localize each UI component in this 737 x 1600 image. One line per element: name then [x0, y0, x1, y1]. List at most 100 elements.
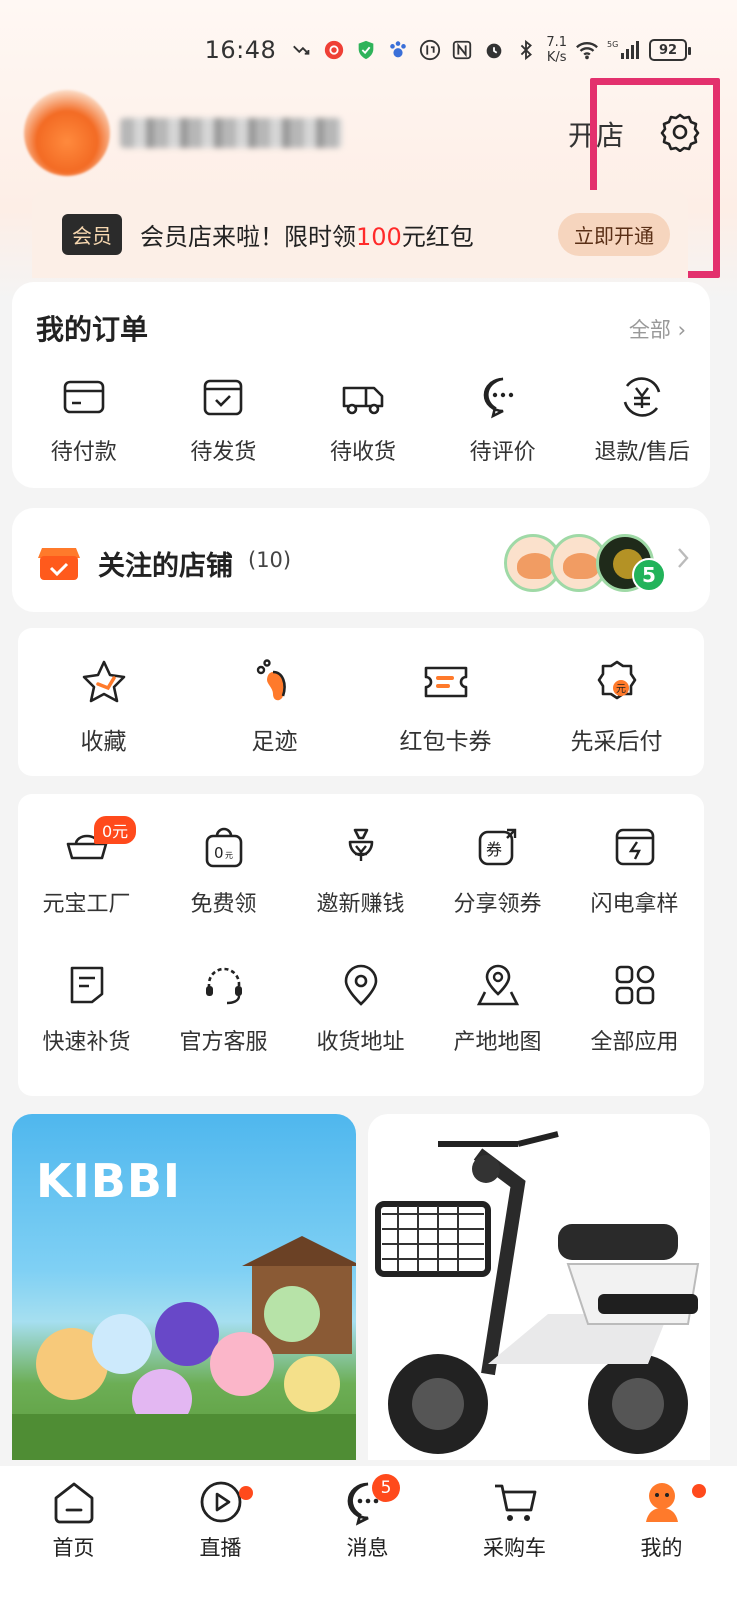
order-pending-payment[interactable]: 待付款: [16, 374, 152, 466]
chevron-right-icon: [678, 548, 689, 568]
app-customer-service[interactable]: 官方客服: [155, 962, 292, 1056]
lightning-icon: [615, 828, 654, 866]
refund-icon: [623, 377, 661, 417]
tab-cart[interactable]: 采购车: [441, 1466, 588, 1600]
live-icon: [200, 1481, 241, 1523]
member-text-after: 元红包: [401, 222, 474, 251]
home-icon: [54, 1482, 93, 1524]
net-speed: 7.1 K/s: [546, 35, 567, 65]
tab-live[interactable]: 直播: [147, 1466, 294, 1600]
username-blurred[interactable]: [120, 118, 342, 148]
store-avatars: [504, 532, 654, 592]
app-label: 闪电拿样: [590, 892, 679, 917]
tab-profile[interactable]: 我的: [588, 1466, 735, 1600]
app-free-claim[interactable]: 0元 免费领: [155, 824, 292, 918]
status-time: 16:48: [204, 36, 277, 64]
order-pending-shipment[interactable]: 待发货: [156, 374, 292, 466]
app-label: 全部应用: [590, 1030, 679, 1055]
paw-icon: [386, 38, 410, 62]
followed-stores-count: (10): [248, 548, 292, 572]
app-ingot-factory[interactable]: 0元 元宝工厂: [18, 816, 155, 918]
product-card-kibbi[interactable]: KIBBI: [12, 1114, 356, 1460]
svg-text:元: 元: [225, 851, 233, 860]
order-refund-aftersale[interactable]: 退款/售后: [574, 374, 710, 466]
coupon-icon: [424, 666, 467, 698]
sim-icon: [418, 38, 442, 62]
user-avatar[interactable]: [24, 90, 110, 176]
app-label: 快速补货: [42, 1030, 131, 1055]
new-stores-badge: 5: [632, 558, 666, 592]
order-item-label: 退款/售后: [594, 440, 690, 465]
app-origin-map[interactable]: 产地地图: [429, 962, 566, 1056]
pay-later-icon: 元: [597, 660, 636, 700]
chat-icon: [483, 377, 513, 419]
signal-icon: 5G: [607, 38, 641, 62]
net-speed-value: 7.1: [546, 35, 567, 50]
app-label: 收货地址: [316, 1030, 405, 1055]
kibbi-figures-image: [12, 1236, 356, 1460]
tab-messages[interactable]: 5 消息: [294, 1466, 441, 1600]
app-invite-earn[interactable]: 邀新赚钱: [292, 824, 429, 918]
alarm-icon: [482, 38, 506, 62]
footprint-icon: [256, 659, 286, 701]
restock-icon: [70, 966, 103, 1004]
order-item-label: 待发货: [190, 440, 257, 465]
tab-home[interactable]: 首页: [0, 1466, 147, 1600]
chevron-right-icon: ›: [677, 318, 686, 342]
app-label: 产地地图: [453, 1030, 542, 1055]
svg-text:券: 券: [486, 840, 502, 859]
shortcut-label: 足迹: [251, 729, 298, 755]
app-label: 元宝工厂: [42, 892, 131, 917]
nfc-icon: [450, 38, 474, 62]
member-activate-button[interactable]: 立即开通: [558, 212, 670, 256]
apps-grid-icon: [615, 965, 654, 1005]
app-label: 邀新赚钱: [316, 892, 405, 917]
cart-icon: [494, 1484, 536, 1521]
member-text-before: 会员店来啦！限时领: [140, 222, 356, 251]
footprint-shortcut[interactable]: 足迹: [189, 658, 360, 756]
product-card-ebike[interactable]: [368, 1114, 710, 1460]
network-type: 5G: [607, 40, 618, 49]
app-all-apps[interactable]: 全部应用: [566, 962, 703, 1056]
order-item-label: 待付款: [50, 440, 117, 465]
bluetooth-icon: [514, 38, 538, 62]
card-icon: [63, 380, 105, 414]
tab-label: 直播: [199, 1536, 242, 1560]
app-share-coupon[interactable]: 券 分享领券: [429, 824, 566, 918]
tab-label: 我的: [640, 1536, 683, 1560]
location-icon: [344, 964, 377, 1006]
coupons-shortcut[interactable]: 红包卡券: [360, 658, 531, 756]
order-item-label: 待收货: [329, 440, 396, 465]
followed-stores-card[interactable]: 关注的店铺 (10) 5: [12, 508, 710, 612]
app-label: 官方客服: [179, 1030, 268, 1055]
orders-title: 我的订单: [36, 313, 149, 346]
shortcut-label: 红包卡券: [399, 729, 492, 755]
orders-all-label: 全部: [628, 318, 671, 342]
my-orders-card: 我的订单 全部 › 待付款 待发货 待收货 待评价 退款/售后: [12, 282, 710, 488]
app-notification-icon: [322, 38, 346, 62]
wifi-icon: [575, 38, 599, 62]
app-delivery-address[interactable]: 收货地址: [292, 962, 429, 1056]
app-flash-sample[interactable]: 闪电拿样: [566, 824, 703, 918]
messages-badge: 5: [372, 1474, 400, 1502]
shield-icon: [354, 38, 378, 62]
pay-later-shortcut[interactable]: 元 先采后付: [531, 658, 702, 756]
tab-label: 采购车: [483, 1536, 546, 1560]
apps-grid-card: 0元 元宝工厂 0元 免费领 邀新赚钱 券 分享领券 闪电拿样 快速补货 官方客…: [18, 794, 704, 1096]
tab-label: 消息: [346, 1536, 389, 1560]
favorites-shortcut[interactable]: 收藏: [18, 658, 189, 756]
order-pending-receipt[interactable]: 待收货: [295, 374, 431, 466]
order-pending-review[interactable]: 待评价: [435, 374, 571, 466]
app-quick-restock[interactable]: 快速补货: [18, 962, 155, 1056]
zero-yuan-tag: 0元: [94, 816, 137, 844]
package-icon: [204, 379, 243, 416]
live-notification-dot: [239, 1486, 253, 1500]
map-icon: [476, 964, 519, 1006]
order-item-label: 待评价: [469, 440, 536, 465]
member-banner[interactable]: 会员 会员店来啦！限时领100元红包 立即开通: [32, 190, 688, 278]
orders-view-all-link[interactable]: 全部 ›: [629, 314, 686, 344]
profile-notification-dot: [692, 1484, 706, 1498]
svg-text:元: 元: [616, 684, 626, 695]
net-speed-unit: K/s: [546, 50, 567, 65]
free-bag-icon: 0元: [205, 827, 242, 868]
